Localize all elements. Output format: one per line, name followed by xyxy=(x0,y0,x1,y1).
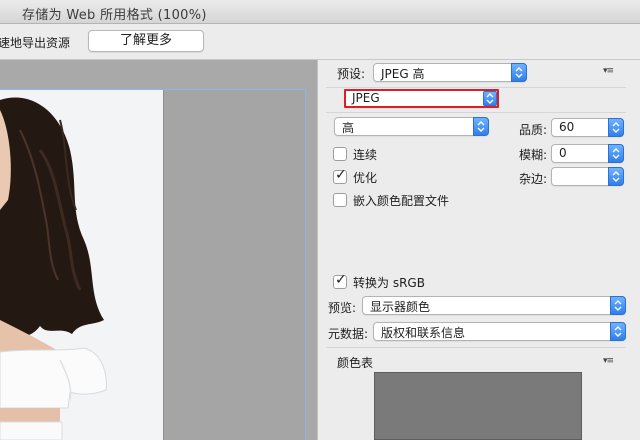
optimized-label: 优化 xyxy=(353,171,378,185)
up-down-arrows-icon xyxy=(610,296,626,315)
matte-label: 杂边: xyxy=(519,172,548,186)
color-table-label: 颜色表 xyxy=(337,356,374,370)
convert-srgb-label: 转换为 sRGB xyxy=(353,276,425,290)
matte-select[interactable] xyxy=(551,167,624,186)
separator xyxy=(326,112,626,113)
preset-value: JPEG 高 xyxy=(381,67,425,81)
window-title: 存储为 Web 所用格式 (100%) xyxy=(22,8,207,23)
preview-select[interactable]: 显示器颜色 xyxy=(362,296,626,315)
blur-input[interactable]: 0 xyxy=(551,144,624,163)
metadata-value: 版权和联系信息 xyxy=(381,326,466,340)
preset-label: 预设: xyxy=(337,67,366,81)
up-down-arrows-icon xyxy=(473,117,489,136)
checkmark-icon: ✓ xyxy=(335,167,347,183)
up-down-arrows-icon[interactable] xyxy=(608,144,624,163)
separator xyxy=(326,347,626,348)
checkmark-icon: ✓ xyxy=(335,272,347,288)
panel-menu-icon[interactable]: ▾≡ xyxy=(603,356,614,366)
preview-value: 显示器颜色 xyxy=(370,300,431,314)
blur-label: 模糊: xyxy=(519,148,548,162)
embed-profile-checkbox[interactable] xyxy=(333,193,347,207)
convert-srgb-checkbox[interactable]: ✓ xyxy=(333,272,347,289)
up-down-arrows-icon xyxy=(483,91,497,106)
panel-menu-icon[interactable]: ▾≡ xyxy=(603,66,614,76)
up-down-arrows-icon[interactable] xyxy=(608,118,624,137)
embed-profile-label: 嵌入颜色配置文件 xyxy=(353,194,450,208)
separator xyxy=(326,87,626,88)
window-titlebar: 存储为 Web 所用格式 (100%) xyxy=(0,0,640,24)
image-preview-area[interactable] xyxy=(0,60,317,440)
metadata-select[interactable]: 版权和联系信息 xyxy=(373,322,626,341)
learn-more-button[interactable]: 了解更多 xyxy=(88,30,204,52)
settings-panel: 预设: JPEG 高 ▾≡ JPEG 高 品质: 60 连续 模糊: 0 ✓ 优… xyxy=(318,60,640,440)
quality-label: 品质: xyxy=(519,123,548,137)
progressive-label: 连续 xyxy=(353,148,378,162)
quality-value: 60 xyxy=(559,120,575,134)
preview-focus-border xyxy=(0,89,306,440)
up-down-arrows-icon[interactable] xyxy=(608,167,624,186)
quality-level-select[interactable]: 高 xyxy=(334,117,489,136)
blur-value: 0 xyxy=(559,146,567,160)
preview-label: 预览: xyxy=(328,301,357,315)
preset-select[interactable]: JPEG 高 xyxy=(373,63,527,82)
progressive-checkbox[interactable] xyxy=(333,147,347,161)
format-value: JPEG xyxy=(352,91,380,105)
color-table-swatch-area xyxy=(374,372,582,440)
top-toolbar: 快速地导出资源 了解更多 xyxy=(0,24,640,60)
quality-input[interactable]: 60 xyxy=(551,118,624,137)
metadata-label: 元数据: xyxy=(328,327,369,341)
up-down-arrows-icon xyxy=(610,322,626,341)
optimized-checkbox[interactable]: ✓ xyxy=(333,167,347,184)
format-select[interactable]: JPEG xyxy=(344,89,499,108)
quality-level-value: 高 xyxy=(342,121,355,135)
quick-export-tip: 快速地导出资源 xyxy=(0,36,71,50)
up-down-arrows-icon xyxy=(511,63,527,82)
